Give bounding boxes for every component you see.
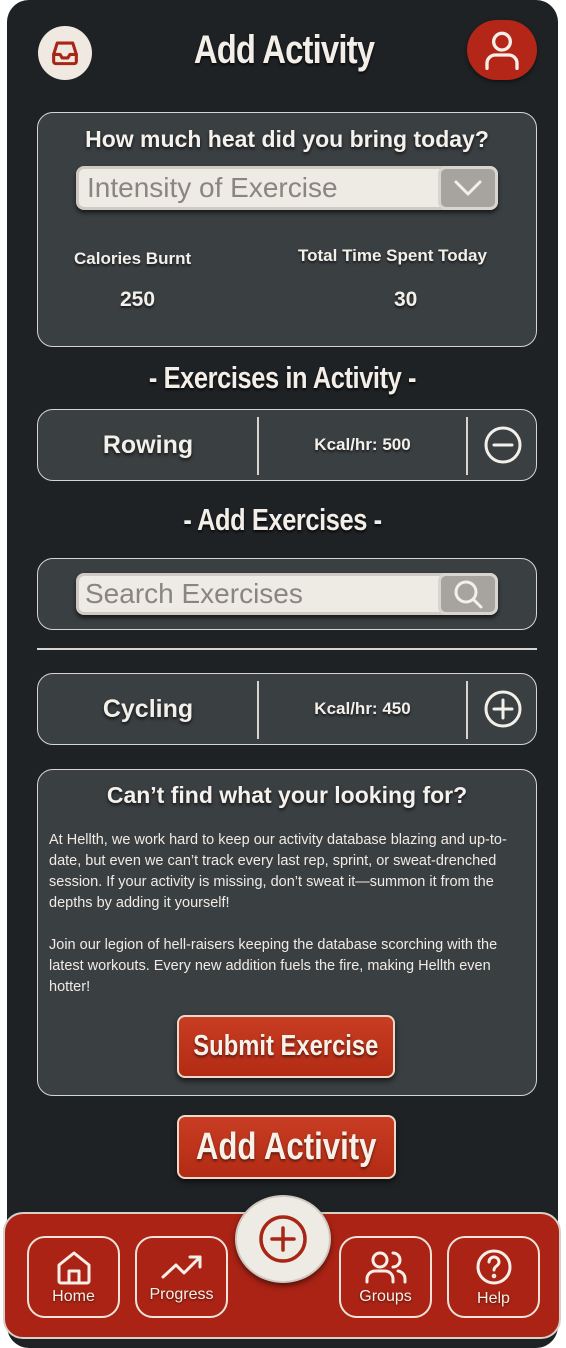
- inbox-icon: [52, 41, 78, 66]
- exercise-name: Cycling: [102, 694, 194, 723]
- nav-groups[interactable]: Groups: [339, 1236, 432, 1318]
- calories-value: 250: [120, 288, 156, 311]
- exercise-kcal: Kcal/hr: 450: [314, 699, 411, 718]
- nav-help-label: Help: [477, 1289, 510, 1307]
- search-icon: [454, 580, 483, 609]
- search-box: [76, 573, 498, 615]
- nav-progress-label: Progress: [149, 1285, 214, 1303]
- calories-label: Calories Burnt: [74, 249, 192, 268]
- time-label: Total Time Spent Today: [298, 246, 487, 265]
- add-activity-label: Add Activity: [196, 1125, 377, 1168]
- search-result-row: Cycling Kcal/hr: 450: [37, 673, 537, 745]
- search-input[interactable]: [85, 577, 435, 611]
- header: Add Activity: [7, 0, 558, 105]
- nav-progress[interactable]: Progress: [135, 1236, 228, 1318]
- home-icon: [57, 1251, 90, 1284]
- nav-home-label: Home: [52, 1287, 95, 1305]
- add-exercise-button[interactable]: [468, 674, 538, 744]
- page-title: Add Activity: [193, 28, 375, 72]
- chevron-down-icon: [454, 180, 482, 196]
- minus-circle-icon: [484, 426, 522, 464]
- search-card: [37, 558, 537, 630]
- info-paragraph: At Hellth, we work hard to keep our acti…: [49, 832, 507, 911]
- submit-exercise-button[interactable]: Submit Exercise: [177, 1015, 395, 1078]
- help-circle-icon: [476, 1249, 511, 1284]
- intensity-select-value: Intensity of Exercise: [87, 172, 338, 203]
- time-value: 30: [394, 288, 418, 311]
- add-activity-fab[interactable]: [235, 1195, 331, 1283]
- intensity-select[interactable]: Intensity of Exercise: [76, 166, 498, 210]
- nav-groups-label: Groups: [359, 1287, 412, 1305]
- inbox-button[interactable]: [38, 26, 92, 80]
- intensity-card: How much heat did you bring today? Inten…: [37, 112, 537, 347]
- users-icon: [365, 1251, 407, 1283]
- plus-circle-icon: [259, 1215, 307, 1263]
- activity-exercise-row: Rowing Kcal/hr: 500: [37, 409, 537, 481]
- exercise-name: Rowing: [102, 430, 194, 459]
- add-activity-button[interactable]: Add Activity: [177, 1115, 396, 1179]
- section-divider: [37, 648, 537, 650]
- nav-help[interactable]: Help: [447, 1236, 540, 1318]
- add-exercises-title: - Add Exercises -: [183, 502, 382, 537]
- user-icon: [485, 31, 519, 70]
- missing-exercise-title: Can’t find what your looking for?: [106, 782, 468, 808]
- submit-exercise-label: Submit Exercise: [193, 1030, 379, 1062]
- profile-button[interactable]: [467, 20, 537, 80]
- exercise-kcal: Kcal/hr: 500: [314, 435, 411, 454]
- exercises-in-activity-title: - Exercises in Activity -: [148, 360, 417, 395]
- search-button[interactable]: [438, 573, 498, 615]
- heat-question: How much heat did you bring today?: [85, 126, 489, 152]
- remove-exercise-button[interactable]: [468, 410, 538, 480]
- info-paragraph: Join our legion of hell-raisers keeping …: [49, 937, 498, 995]
- missing-exercise-card: Can’t find what your looking for? At Hel…: [37, 769, 537, 1096]
- intensity-dropdown-button[interactable]: [438, 166, 498, 210]
- nav-home[interactable]: Home: [27, 1236, 120, 1318]
- trending-up-icon: [161, 1255, 201, 1278]
- app-screen: Add Activity How much heat did you bring…: [7, 0, 558, 1348]
- plus-circle-icon: [484, 690, 522, 728]
